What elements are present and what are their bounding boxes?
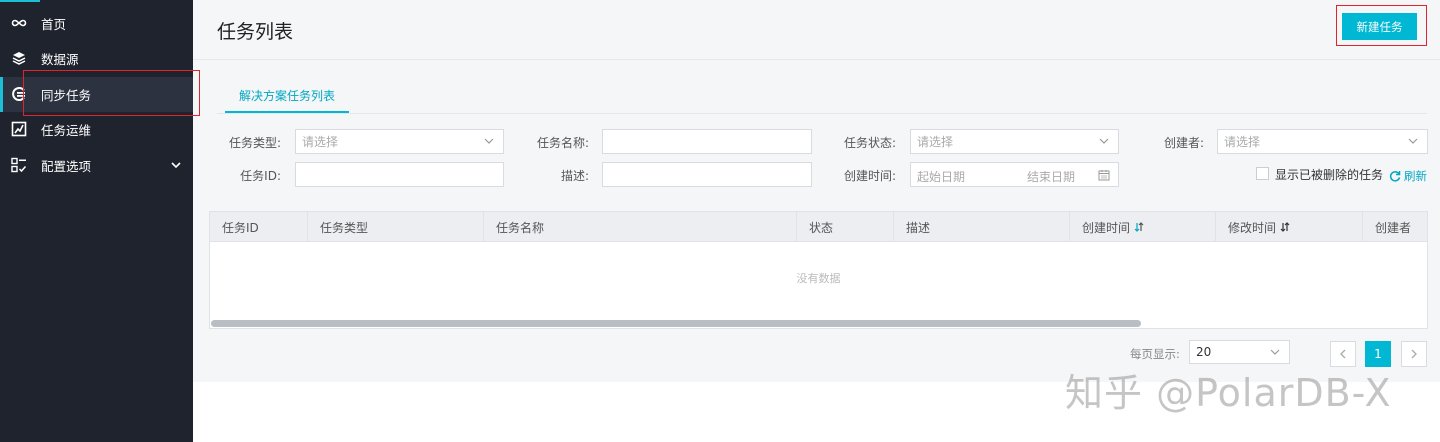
chevron-left-icon [1340,349,1346,359]
column-header-status: 状态 [797,212,894,242]
task-id-input[interactable] [295,162,504,187]
column-header-description: 描述 [894,212,1070,242]
task-type-select[interactable]: 请选择 [295,129,504,154]
sidebar-top-accent [0,0,40,2]
created-time-header-label: 创建时间 [1082,220,1131,235]
chevron-right-icon [1411,349,1417,359]
sidebar-item-label: 数据源 [41,52,79,67]
creator-placeholder: 请选择 [1224,135,1261,149]
sidebar-item-datasource[interactable]: 数据源 [0,41,193,76]
column-header-creator: 创建者 [1375,220,1412,235]
horizontal-scrollbar[interactable] [211,320,1141,327]
refresh-icon [1389,171,1401,182]
per-page-value: 20 [1196,345,1212,359]
task-name-label: 任务名称: [536,136,589,150]
task-table: 任务ID 任务类型 任务名称 状态 描述 创建时间 修改时间 创建者 没有数据 [209,211,1428,329]
sync-icon [12,87,25,101]
refresh-label: 刷新 [1404,169,1427,183]
sidebar-item-config[interactable]: 配置选项 [0,148,193,183]
new-task-button[interactable]: 新建任务 [1342,13,1417,40]
start-date-placeholder: 起始日期 [917,170,966,184]
show-deleted-label: 显示已被删除的任务 [1275,168,1384,182]
page-header: 任务列表 新建任务 [193,0,1440,60]
table-header: 任务ID 任务类型 任务名称 状态 描述 创建时间 修改时间 创建者 [210,212,1427,242]
task-name-input[interactable] [602,129,812,154]
show-deleted-checkbox[interactable] [1256,167,1269,180]
chevron-down-icon [1408,138,1418,144]
column-header-task-name: 任务名称 [484,212,797,242]
creator-label: 创建者: [1163,136,1204,150]
creator-select[interactable]: 请选择 [1217,129,1428,154]
sidebar-item-label: 配置选项 [41,159,92,174]
modified-time-header-label: 修改时间 [1228,220,1277,235]
task-status-label: 任务状态: [843,136,896,150]
task-type-placeholder: 请选择 [302,135,339,149]
refresh-button[interactable]: 刷新 [1389,168,1427,184]
task-status-select[interactable]: 请选择 [910,129,1119,154]
tab-divider [217,113,1427,114]
sidebar: 首页 数据源 同步任务 任务运维 配置选项 [0,0,193,442]
sidebar-item-label: 任务运维 [41,123,92,138]
description-label: 描述: [560,169,589,183]
tab-solution-task-list[interactable]: 解决方案任务列表 [225,79,349,113]
sidebar-item-label: 同步任务 [41,88,92,103]
sidebar-item-sync-tasks[interactable]: 同步任务 [0,77,193,112]
end-date-placeholder: 结束日期 [1027,170,1076,184]
created-time-label: 创建时间: [843,169,896,183]
sidebar-item-task-ops[interactable]: 任务运维 [0,112,193,147]
config-icon [11,157,27,173]
watermark-text: 知乎 @PolarDB-X [1065,371,1392,415]
column-header-task-type: 任务类型 [308,212,484,242]
layers-icon [12,52,26,65]
chevron-down-icon [1270,349,1280,355]
column-header-task-id: 任务ID [210,212,308,242]
per-page-select[interactable]: 20 [1189,340,1290,364]
sidebar-item-label: 首页 [41,17,67,32]
task-status-placeholder: 请选择 [917,135,954,149]
sort-icon [1280,222,1290,232]
page-title: 任务列表 [217,21,294,43]
next-page-button[interactable] [1401,341,1427,367]
chevron-down-icon [1099,138,1109,144]
ops-icon [11,121,27,137]
per-page-label: 每页显示: [1130,347,1180,361]
task-id-label: 任务ID: [240,169,281,183]
task-type-label: 任务类型: [228,136,281,150]
column-header-created-time[interactable]: 创建时间 [1070,212,1216,242]
description-input[interactable] [602,162,812,187]
calendar-icon [1098,170,1110,181]
sort-icon [1134,222,1144,232]
sidebar-item-home[interactable]: 首页 [0,6,193,41]
empty-state-text: 没有数据 [796,272,841,285]
column-header-modified-time[interactable]: 修改时间 [1216,212,1363,242]
chevron-down-icon [171,162,181,169]
chevron-down-icon [484,138,494,144]
infinity-icon [11,19,27,27]
created-time-range[interactable]: 起始日期 结束日期 [910,162,1119,187]
